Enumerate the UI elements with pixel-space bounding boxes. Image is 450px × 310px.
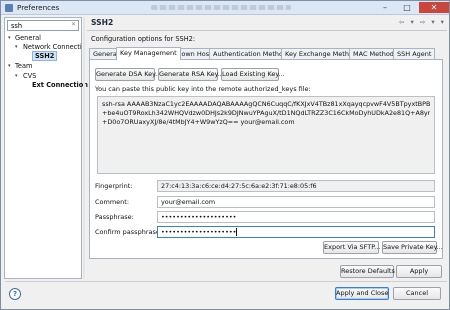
- close-window-button[interactable]: ✕: [419, 2, 449, 13]
- header-divider: [87, 30, 447, 31]
- save-private-key-button[interactable]: Save Private Key...: [382, 241, 443, 254]
- help-icon[interactable]: ?: [9, 288, 21, 300]
- tree-item-team[interactable]: Team: [15, 62, 32, 70]
- panel-sash[interactable]: [83, 17, 85, 279]
- expand-arrow-icon[interactable]: ▾: [15, 44, 18, 50]
- passphrase-field[interactable]: ••••••••••••••••••••: [157, 211, 435, 223]
- tree-item-network-connections[interactable]: Network Connecti: [23, 43, 82, 51]
- history-nav-icons[interactable]: ⇦ ▾ ⇨ ▾ ▾: [399, 18, 446, 26]
- confirm-passphrase-value: ••••••••••••••••••••: [161, 228, 237, 236]
- maximize-button[interactable]: □: [397, 2, 417, 13]
- minimize-button[interactable]: –: [375, 2, 395, 13]
- apply-button[interactable]: Apply: [396, 265, 442, 278]
- clear-filter-icon[interactable]: ✕: [71, 21, 78, 28]
- apply-and-close-button[interactable]: Apply and Close: [335, 287, 389, 300]
- restore-defaults-button[interactable]: Restore Defaults: [340, 265, 395, 278]
- export-via-sftp-button[interactable]: Export Via SFTP...: [323, 241, 380, 254]
- text-cursor: [236, 228, 238, 236]
- fingerprint-field: 27:c4:13:3a:c6:ce:d4:27:5c:6a:e2:3f:71:e…: [157, 180, 435, 192]
- cancel-button[interactable]: Cancel: [393, 287, 441, 300]
- eclipse-app-icon: [5, 4, 13, 12]
- footer-divider: [5, 281, 447, 282]
- tree-item-ssh2[interactable]: SSH2: [32, 51, 58, 61]
- public-key-line: +be4uOT9RoxLh342WHQVdzw0DHJs2k9DJNwuYPAg…: [102, 109, 430, 117]
- passphrase-label: Passphrase:: [95, 213, 134, 221]
- generate-rsa-key-button[interactable]: Generate RSA Key...: [158, 68, 224, 81]
- tree-item-cvs[interactable]: CVS: [23, 72, 36, 80]
- title-bar[interactable]: Preferences – □ ✕: [1, 1, 449, 15]
- expand-arrow-icon[interactable]: ▾: [15, 73, 18, 79]
- window-title: Preferences: [17, 3, 60, 12]
- public-key-textarea[interactable]: ssh-rsa AAAAB3NzaC1yc2EAAAADAQABAAAAgQCN…: [97, 96, 435, 174]
- paste-instruction: You can paste this public key into the r…: [95, 85, 311, 93]
- confirm-passphrase-field[interactable]: ••••••••••••••••••••: [157, 226, 435, 238]
- load-existing-key-button[interactable]: Load Existing Key...: [221, 68, 285, 81]
- confirm-passphrase-label: Confirm passphrase:: [95, 228, 163, 236]
- generate-dsa-key-button[interactable]: Generate DSA Key...: [95, 68, 161, 81]
- filter-input[interactable]: [7, 20, 79, 31]
- tree-item-general[interactable]: General: [15, 34, 41, 42]
- expand-arrow-icon[interactable]: ▾: [8, 35, 11, 41]
- comment-field[interactable]: your@email.com: [157, 196, 435, 208]
- ssh2-tabs: General Key Management Known Hosts Authe…: [89, 47, 445, 60]
- fingerprint-label: Fingerprint:: [95, 182, 133, 190]
- preferences-tree-panel: ✕ ▾ General ▾ Network Connecti SSH2 ▾ Te…: [4, 17, 88, 279]
- config-description: Configuration options for SSH2:: [91, 35, 196, 43]
- preferences-window: Preferences – □ ✕ ✕ ▾ General ▾ Network …: [0, 0, 450, 310]
- comment-label: Comment:: [95, 198, 130, 206]
- expand-arrow-icon[interactable]: ▾: [8, 63, 11, 69]
- tab-ssh-agent[interactable]: SSH Agent: [393, 48, 436, 59]
- blurred-title-path: [151, 5, 291, 10]
- public-key-line: ssh-rsa AAAAB3NzaC1yc2EAAAADAQABAAAAgQCN…: [102, 100, 430, 108]
- page-title: SSH2: [91, 18, 114, 27]
- tree-item-ext-connection[interactable]: Ext Connection: [32, 81, 88, 89]
- tab-key-management[interactable]: Key Management: [116, 47, 181, 60]
- public-key-line: +D0o7ORUaxyXJ/8e/4tMbJY4+W9wYzQ== your@e…: [102, 118, 295, 126]
